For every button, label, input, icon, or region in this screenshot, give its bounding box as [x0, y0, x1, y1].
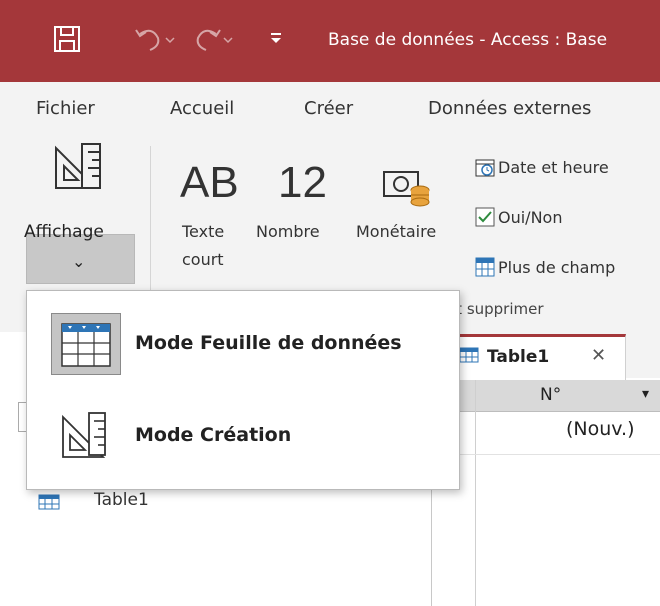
tab-creer[interactable]: Créer — [304, 98, 353, 119]
tab-table1-label: Table1 — [487, 347, 550, 367]
short-text-label-1[interactable]: Texte — [182, 218, 224, 246]
more-fields-icon — [474, 256, 496, 282]
currency-label[interactable]: Monétaire — [356, 218, 436, 246]
view-dropdown-menu: Mode Feuille de données Mode Création — [26, 290, 460, 490]
chevron-down-icon: ⌄ — [72, 252, 86, 271]
number-label[interactable]: Nombre — [256, 218, 320, 246]
column-filter-dropdown-icon[interactable]: ▾ — [642, 386, 649, 402]
view-button-label: Affichage — [24, 222, 104, 242]
tab-accueil[interactable]: Accueil — [170, 98, 234, 119]
tab-donnees-externes[interactable]: Données externes — [428, 98, 591, 119]
view-button[interactable]: Affichage ⌄ — [24, 138, 139, 288]
menu-item-design-view-label: Mode Création — [135, 424, 292, 446]
short-text-icon: AB — [180, 158, 239, 207]
grid-row-divider — [440, 454, 660, 455]
tab-table1[interactable]: Table1 ✕ — [448, 334, 626, 380]
more-fields-button[interactable]: Plus de champ — [498, 254, 615, 282]
menu-item-design-view[interactable]: Mode Création — [27, 391, 459, 481]
date-time-button[interactable]: Date et heure — [498, 154, 609, 182]
nav-item-table1[interactable]: Table1 — [94, 490, 149, 510]
checkbox-icon — [474, 206, 496, 232]
undo-icon[interactable] — [132, 24, 176, 58]
table-icon — [38, 494, 60, 514]
window-title: Base de données - Access : Base — [328, 30, 608, 50]
yes-no-button[interactable]: Oui/Non — [498, 204, 562, 232]
datasheet-grid: N° ▾ * (Nouv.) — [440, 380, 660, 606]
title-bar: Base de données - Access : Base — [0, 0, 660, 82]
calendar-icon — [474, 156, 496, 182]
ribbon-tabs: Fichier Accueil Créer Données externes — [0, 82, 660, 138]
menu-item-datasheet-view[interactable]: Mode Feuille de données — [27, 299, 459, 389]
table-icon — [459, 347, 479, 367]
save-icon[interactable] — [52, 24, 82, 58]
tab-fichier[interactable]: Fichier — [36, 98, 95, 119]
currency-icon — [382, 166, 432, 214]
design-view-large-icon — [52, 142, 108, 198]
group-separator — [150, 146, 151, 296]
short-text-label-2[interactable]: court — [182, 246, 224, 274]
number-icon: 12 — [278, 158, 327, 207]
datasheet-view-icon — [51, 313, 121, 375]
customize-quick-access-icon[interactable] — [268, 30, 284, 50]
column-header-number[interactable]: N° — [540, 385, 561, 405]
new-record-value[interactable]: (Nouv.) — [566, 418, 635, 440]
redo-icon[interactable] — [190, 24, 234, 58]
close-icon[interactable]: ✕ — [591, 345, 606, 366]
menu-item-datasheet-view-label: Mode Feuille de données — [135, 332, 402, 354]
design-view-icon — [51, 405, 121, 467]
